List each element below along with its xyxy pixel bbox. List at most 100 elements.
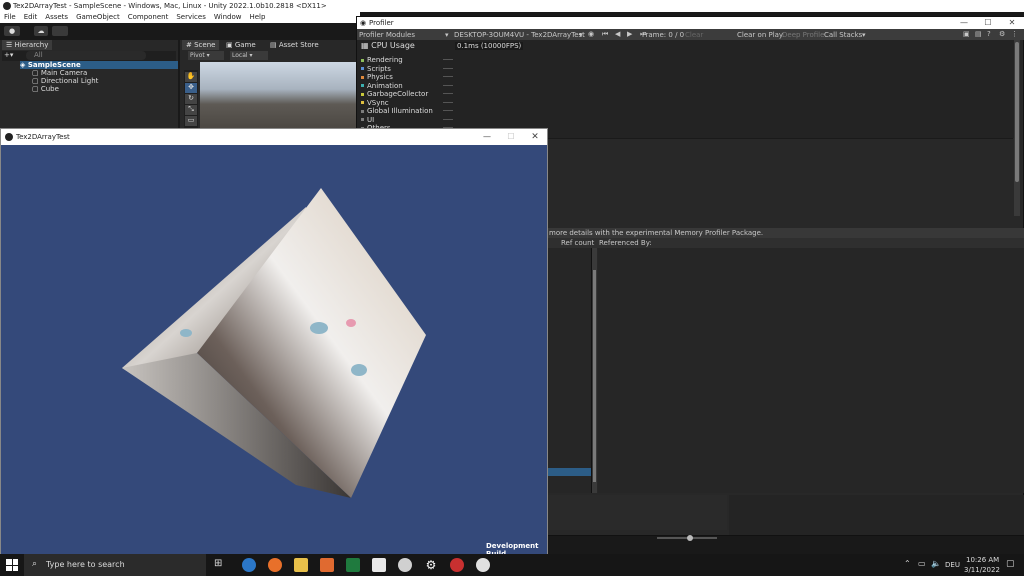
- clock-date[interactable]: 3/11/2022: [964, 566, 1000, 574]
- module-item[interactable]: Global Illumination: [361, 107, 453, 115]
- collab-button[interactable]: [52, 26, 68, 36]
- unity-editor-icon[interactable]: [476, 558, 490, 572]
- tab-game[interactable]: ▣ Game: [222, 40, 260, 50]
- module-color-swatch: [361, 92, 364, 96]
- ref-count-header[interactable]: Ref count: [561, 239, 594, 247]
- menu-gameobject[interactable]: GameObject: [72, 12, 124, 23]
- excel-icon[interactable]: [346, 558, 360, 572]
- first-frame-icon[interactable]: ⏮: [602, 30, 608, 39]
- gitlab-icon[interactable]: [320, 558, 334, 572]
- menu-component[interactable]: Component: [124, 12, 173, 23]
- hierarchy-item-main-camera[interactable]: ▢ Main Camera: [32, 69, 87, 77]
- cat-eye-icon: [180, 329, 192, 337]
- tab-asset-store[interactable]: ▤ Asset Store: [266, 40, 323, 50]
- module-item[interactable]: UI: [361, 116, 453, 124]
- edge-icon[interactable]: [242, 558, 256, 572]
- cpu-chart-area[interactable]: 0.1ms (10000FPS): [455, 40, 1015, 138]
- tray-chevron-icon[interactable]: ⌃: [904, 559, 911, 568]
- tab-hierarchy[interactable]: ☰ Hierarchy: [2, 40, 53, 50]
- account-button[interactable]: ●: [4, 26, 20, 36]
- call-stacks-toggle[interactable]: Call Stacks: [824, 31, 862, 39]
- maximize-button[interactable]: ☐: [977, 17, 999, 29]
- load-icon[interactable]: ▤: [975, 30, 982, 38]
- local-label: Local: [232, 52, 248, 59]
- unity-hub-icon[interactable]: [398, 558, 412, 572]
- module-item[interactable]: Scripts: [361, 64, 453, 73]
- clear-on-play-toggle[interactable]: Clear on Play: [737, 31, 783, 39]
- tab-scene[interactable]: # Scene: [182, 40, 220, 50]
- hierarchy-item-cube[interactable]: ▢ Cube: [32, 85, 59, 93]
- visual-studio-code-icon[interactable]: [372, 558, 386, 572]
- deep-profile-toggle[interactable]: Deep Profile: [782, 31, 824, 39]
- target-dropdown[interactable]: DESKTOP-3OUM4VU - Tex2DArrayTest: [454, 31, 585, 39]
- menu-assets[interactable]: Assets: [41, 12, 72, 23]
- objects-list[interactable]: [547, 248, 592, 493]
- scrollbar-thumb[interactable]: [1015, 42, 1019, 182]
- settings-icon[interactable]: ⚙: [999, 30, 1005, 38]
- hierarchy-search-bar: +▾ All: [2, 51, 176, 61]
- cpu-usage-module[interactable]: ▦ CPU Usage: [361, 42, 415, 50]
- more-icon[interactable]: ⋮: [1011, 30, 1018, 38]
- menu-window[interactable]: Window: [210, 12, 246, 23]
- local-dropdown[interactable]: Local ▾: [230, 51, 268, 60]
- module-item[interactable]: VSync: [361, 99, 453, 107]
- menu-edit[interactable]: Edit: [20, 12, 42, 23]
- close-button[interactable]: ✕: [525, 131, 545, 143]
- module-item[interactable]: Physics: [361, 73, 453, 81]
- taskbar-search-placeholder: Type here to search: [46, 560, 125, 569]
- module-bar: [443, 110, 453, 111]
- hierarchy-search-input[interactable]: All: [26, 51, 146, 60]
- close-button[interactable]: ✕: [1001, 17, 1023, 29]
- rotate-tool-icon[interactable]: ↻: [185, 94, 197, 104]
- minimize-button[interactable]: —: [953, 17, 975, 29]
- add-icon[interactable]: +▾: [4, 51, 13, 59]
- menu-services[interactable]: Services: [172, 12, 210, 23]
- profiler-toolbar: Profiler Modules ▾ DESKTOP-3OUM4VU - Tex…: [357, 29, 1024, 40]
- move-tool-icon[interactable]: ✥: [185, 83, 197, 93]
- pivot-dropdown[interactable]: Pivot ▾: [188, 51, 224, 60]
- selected-row[interactable]: [547, 468, 591, 476]
- maximize-button[interactable]: ☐: [501, 131, 521, 143]
- hierarchy-item-directional-light[interactable]: ▢ Directional Light: [32, 77, 98, 85]
- next-frame-icon[interactable]: ▶: [627, 30, 632, 38]
- hand-tool-icon[interactable]: ✋: [185, 72, 197, 82]
- module-item[interactable]: Animation: [361, 81, 453, 90]
- unity-logo-icon: [5, 133, 13, 141]
- scrollbar-thumb[interactable]: [593, 270, 596, 482]
- referenced-by-header[interactable]: Referenced By:: [599, 239, 652, 247]
- scale-tool-icon[interactable]: ⤡: [185, 105, 197, 115]
- module-label: Scripts: [367, 64, 391, 73]
- firefox-icon[interactable]: [268, 558, 282, 572]
- chart-scrollbar[interactable]: [1014, 40, 1020, 216]
- module-item[interactable]: Rendering: [361, 56, 453, 64]
- menu-file[interactable]: File: [0, 12, 20, 23]
- clock-time[interactable]: 10:26 AM: [966, 556, 999, 564]
- module-label: Animation: [367, 81, 403, 90]
- profiler-modules-dropdown[interactable]: Profiler Modules: [359, 31, 415, 39]
- task-view-icon[interactable]: ⊞: [214, 558, 228, 572]
- help-icon[interactable]: ?: [987, 30, 991, 38]
- language-indicator[interactable]: DEU: [945, 561, 960, 569]
- cloud-icon[interactable]: ☁: [34, 26, 48, 36]
- save-icon[interactable]: ▣: [963, 30, 970, 38]
- network-icon[interactable]: ▭: [918, 559, 926, 568]
- notification-icon[interactable]: ▢: [1006, 559, 1015, 569]
- minimize-button[interactable]: —: [477, 131, 497, 143]
- settings-gear-icon[interactable]: ⚙: [424, 558, 438, 572]
- scene-item[interactable]: ◈ SampleScene: [20, 61, 178, 69]
- volume-icon[interactable]: 🔈: [931, 559, 941, 568]
- taskbar-search-box[interactable]: ⌕ Type here to search: [24, 554, 206, 576]
- file-explorer-icon[interactable]: [294, 558, 308, 572]
- clear-button[interactable]: Clear: [685, 31, 703, 39]
- menu-help[interactable]: Help: [245, 12, 269, 23]
- start-button[interactable]: [6, 559, 18, 571]
- scene-viewport[interactable]: [200, 62, 358, 130]
- slider-handle[interactable]: [687, 535, 693, 541]
- zoom-slider[interactable]: [657, 535, 717, 541]
- recording-app-icon[interactable]: [450, 558, 464, 572]
- module-item[interactable]: GarbageCollector: [361, 90, 453, 98]
- prev-frame-icon[interactable]: ◀: [615, 30, 620, 38]
- list-scrollbar[interactable]: [592, 248, 597, 493]
- record-icon[interactable]: ◉: [588, 30, 594, 38]
- rect-tool-icon[interactable]: ▭: [185, 116, 197, 126]
